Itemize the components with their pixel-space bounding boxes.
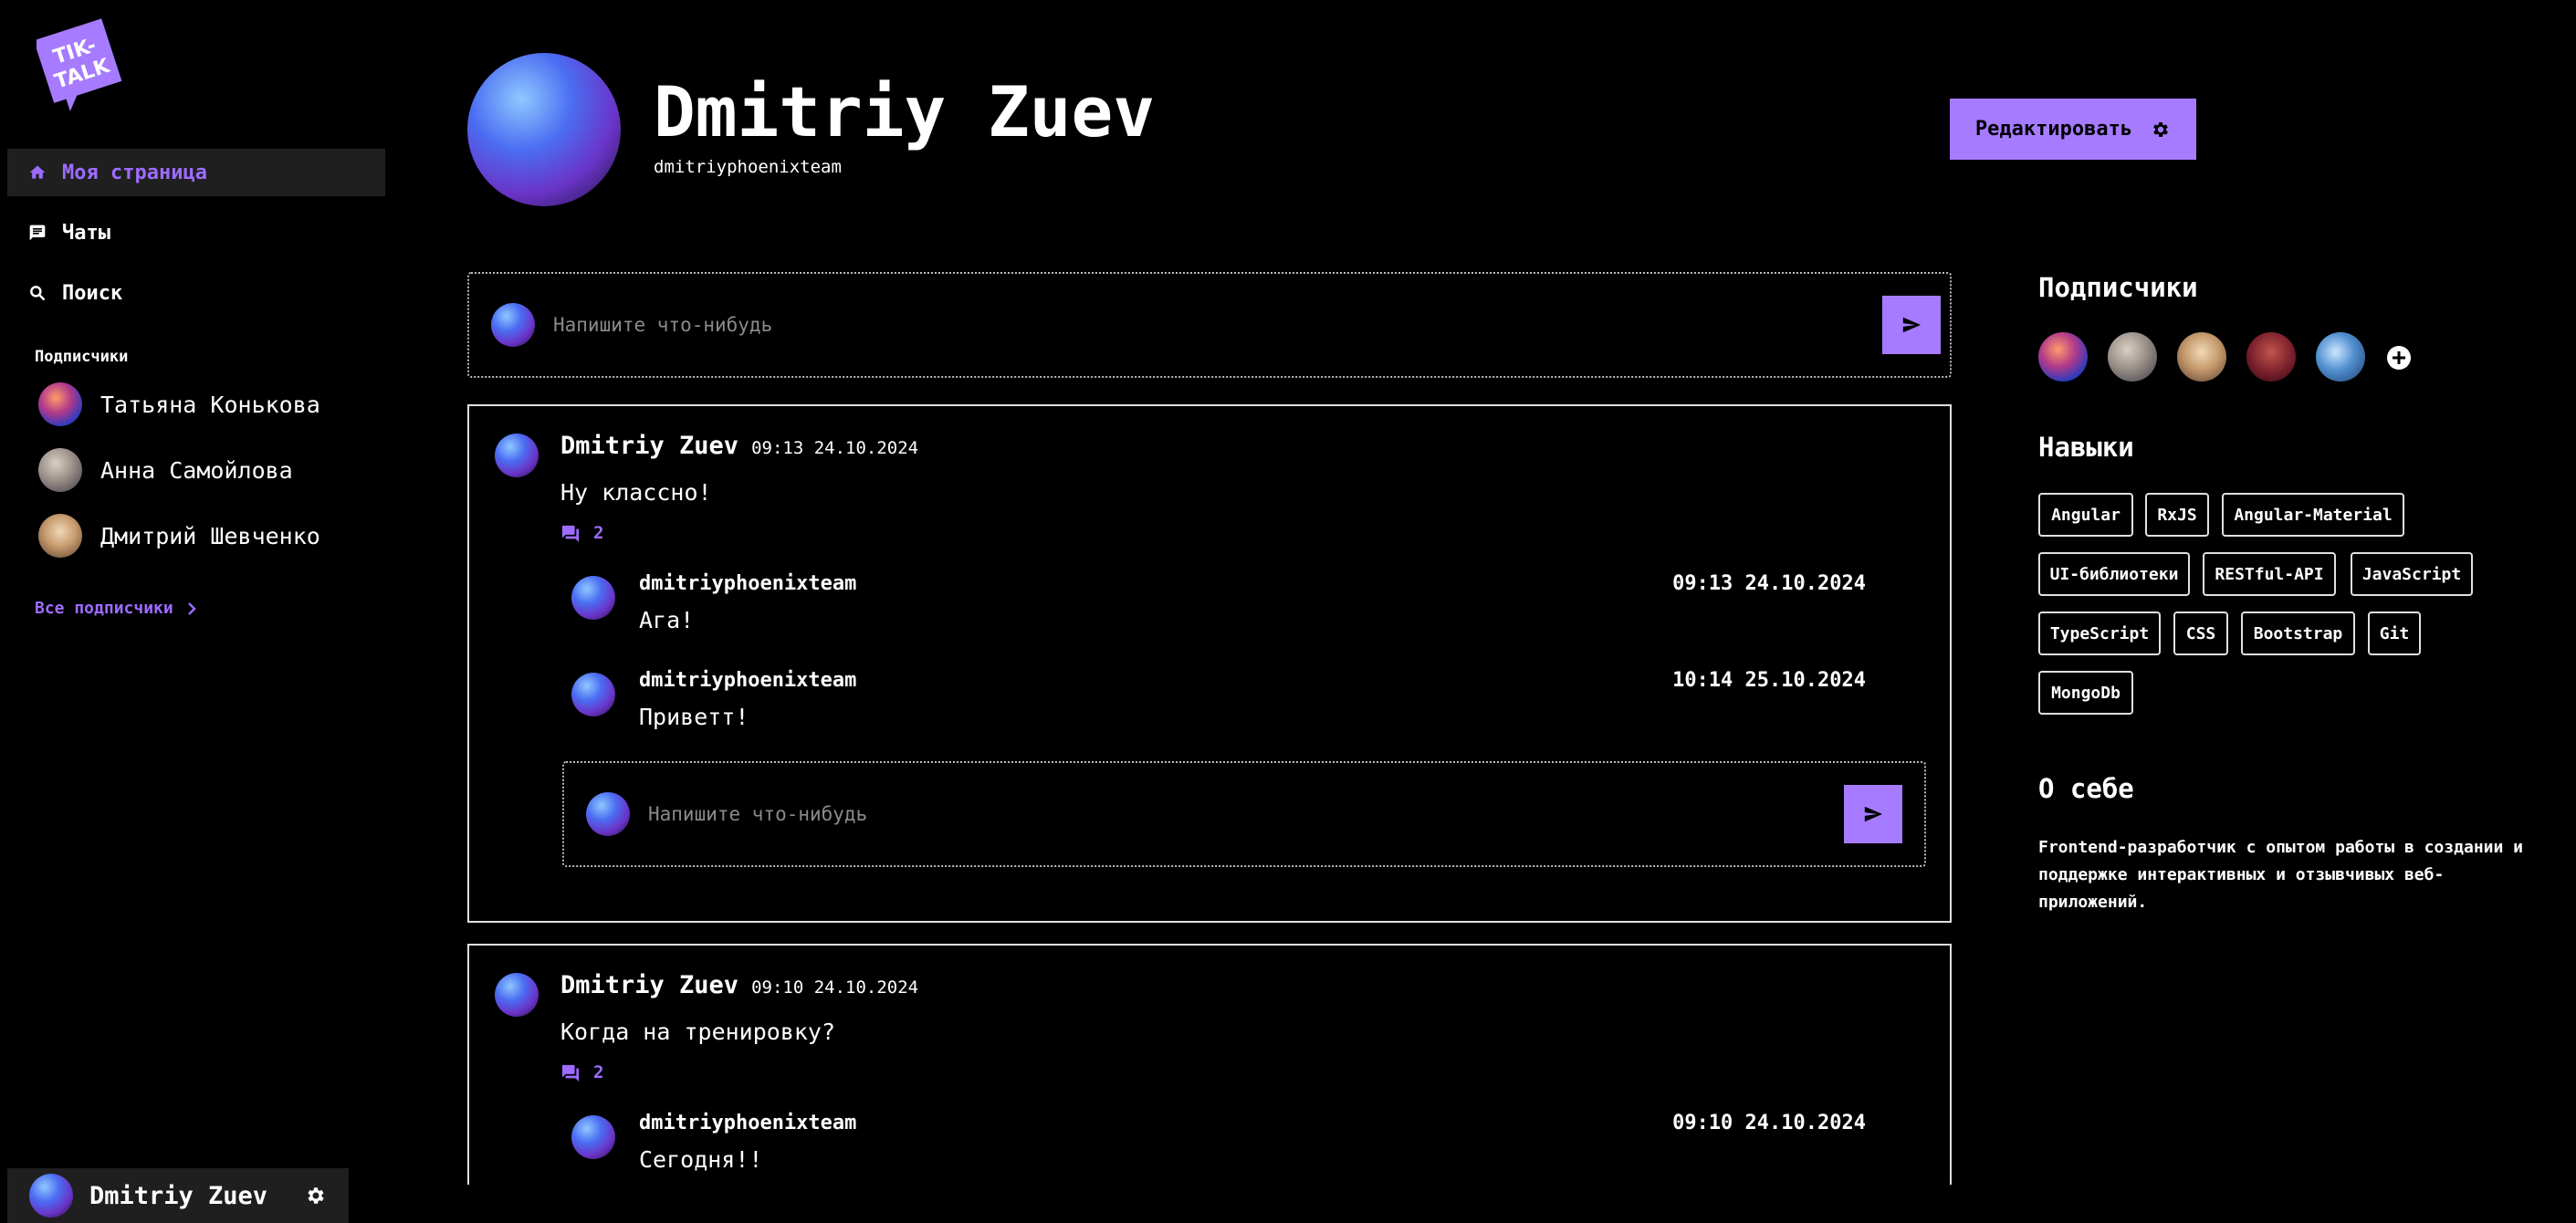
nav-my-page-label: Моя страница — [62, 161, 207, 184]
about-title: О себе — [2038, 773, 2134, 804]
skill-tag: JavaScript — [2351, 552, 2473, 596]
profile-username: dmitriyphoenixteam — [654, 157, 842, 177]
nav-search[interactable]: Поиск — [7, 269, 385, 317]
follower-avatar[interactable] — [2038, 332, 2088, 382]
about-text: Frontend-разработчик с опытом работы в с… — [2038, 838, 2524, 912]
comment-item: dmitriyphoenixteam 09:10 24.10.2024 Сего… — [571, 1112, 1904, 1194]
comment-date: 09:10 24.10.2024 — [1672, 1112, 1866, 1134]
avatar — [495, 434, 539, 477]
nav-chats[interactable]: Чаты — [7, 209, 385, 256]
comment-item: dmitriyphoenixteam 09:13 24.10.2024 Ага! — [571, 572, 1904, 654]
post-card: Dmitriy Zuev 09:10 24.10.2024 Когда на т… — [467, 944, 1952, 1223]
skill-tag: Angular-Material — [2222, 493, 2404, 537]
gear-icon — [2153, 121, 2169, 137]
send-icon — [1864, 806, 1883, 822]
all-subscribers-link[interactable]: Все подписчики — [35, 599, 197, 618]
skill-tag: Git — [2368, 612, 2421, 655]
comments-count-value: 2 — [593, 1062, 604, 1082]
skills-title: Навыки — [2038, 432, 2134, 463]
avatar — [491, 303, 535, 347]
send-icon — [1902, 317, 1922, 333]
current-user-card[interactable]: Dmitriy Zuev — [7, 1168, 349, 1223]
comment-author: dmitriyphoenixteam — [639, 572, 857, 595]
skill-tag: Bootstrap — [2241, 612, 2355, 655]
comment-author: dmitriyphoenixteam — [639, 669, 857, 692]
comments-count-value: 2 — [593, 523, 604, 543]
subscriber-name: Татьяна Конькова — [100, 391, 320, 418]
edit-profile-label: Редактировать — [1974, 118, 2133, 141]
edit-profile-button[interactable]: Редактировать — [1950, 99, 2196, 160]
home-icon — [27, 162, 47, 183]
avatar — [586, 792, 630, 836]
sidebar: TIK- TALK Моя страница Чаты Поиск Подпис… — [0, 0, 393, 1223]
post-header: Dmitriy Zuev 09:10 24.10.2024 — [560, 971, 918, 999]
subscriber-name: Анна Самойлова — [100, 456, 293, 484]
skill-tag: TypeScript — [2038, 612, 2161, 655]
comment-author: dmitriyphoenixteam — [639, 1112, 857, 1134]
profile-name: Dmitriy Zuev — [654, 71, 1156, 152]
follower-avatar[interactable] — [2108, 332, 2157, 382]
follower-avatar[interactable] — [2246, 332, 2296, 382]
nav-search-label: Поиск — [62, 281, 123, 305]
avatar — [38, 382, 82, 426]
current-user-name: Dmitriy Zuev — [89, 1181, 268, 1210]
nav-my-page[interactable]: Моя страница — [7, 149, 385, 196]
send-comment-button[interactable] — [1844, 785, 1902, 843]
sidebar-subscribers-title: Подписчики — [35, 348, 129, 366]
comment-date: 10:14 25.10.2024 — [1672, 669, 1866, 692]
comment-text: Приветт! — [639, 704, 749, 730]
post-date: 09:13 24.10.2024 — [751, 438, 919, 458]
post-input[interactable] — [553, 314, 1882, 336]
skill-tag: MongoDb — [2038, 671, 2133, 715]
comment-composer — [562, 761, 1926, 867]
post-date: 09:10 24.10.2024 — [751, 977, 919, 998]
all-subscribers-label: Все подписчики — [35, 599, 173, 618]
skill-tag: RxJS — [2145, 493, 2209, 537]
skill-tag: Angular — [2038, 493, 2133, 537]
avatar — [571, 576, 615, 620]
subscriber-name: Дмитрий Шевченко — [100, 522, 320, 549]
avatar — [495, 973, 539, 1017]
chat-icon — [27, 223, 47, 243]
avatar — [571, 1115, 615, 1159]
post-author: Dmitriy Zuev — [560, 432, 739, 460]
avatar — [38, 514, 82, 558]
post-text: Ну классно! — [560, 479, 712, 506]
tik-talk-logo[interactable]: TIK- TALK — [33, 15, 124, 117]
gear-icon[interactable] — [305, 1185, 327, 1207]
avatar — [38, 448, 82, 492]
nav-chats-label: Чаты — [62, 221, 110, 245]
post-card: Dmitriy Zuev 09:13 24.10.2024 Ну классно… — [467, 404, 1952, 923]
comment-text: Сегодня!! — [639, 1146, 763, 1173]
sidebar-subscriber-item[interactable]: Татьяна Конькова — [38, 382, 320, 427]
comment-date: 09:13 24.10.2024 — [1672, 572, 1866, 595]
post-text: Когда на тренировку? — [560, 1019, 836, 1045]
follower-avatar[interactable] — [2316, 332, 2365, 382]
skill-tag: UI-библиотеки — [2038, 552, 2190, 596]
skill-tag: RESTful-API — [2203, 552, 2336, 596]
plus-circle-icon[interactable] — [2386, 345, 2412, 371]
follower-avatar[interactable] — [2177, 332, 2226, 382]
comment-item: dmitriyphoenixteam 10:14 25.10.2024 Прив… — [571, 669, 1904, 751]
followers-title: Подписчики — [2038, 272, 2198, 303]
comments-count[interactable]: 2 — [560, 523, 603, 543]
comments-icon — [561, 1064, 580, 1082]
comments-icon — [561, 525, 580, 542]
post-header: Dmitriy Zuev 09:13 24.10.2024 — [560, 432, 918, 460]
send-post-button[interactable] — [1882, 296, 1941, 354]
avatar — [571, 673, 615, 716]
avatar — [29, 1174, 73, 1218]
comment-text: Ага! — [639, 607, 695, 633]
skill-tag: CSS — [2173, 612, 2228, 655]
search-icon — [27, 283, 47, 303]
sidebar-subscriber-item[interactable]: Дмитрий Шевченко — [38, 513, 320, 559]
post-author: Dmitriy Zuev — [560, 971, 739, 999]
comment-input[interactable] — [648, 803, 1844, 825]
profile-avatar — [467, 53, 621, 206]
viewport-bottom-edge — [393, 1185, 2036, 1223]
sidebar-subscriber-item[interactable]: Анна Самойлова — [38, 447, 293, 493]
chevron-right-icon — [187, 601, 196, 615]
post-composer — [467, 272, 1952, 378]
comments-count[interactable]: 2 — [560, 1062, 603, 1082]
